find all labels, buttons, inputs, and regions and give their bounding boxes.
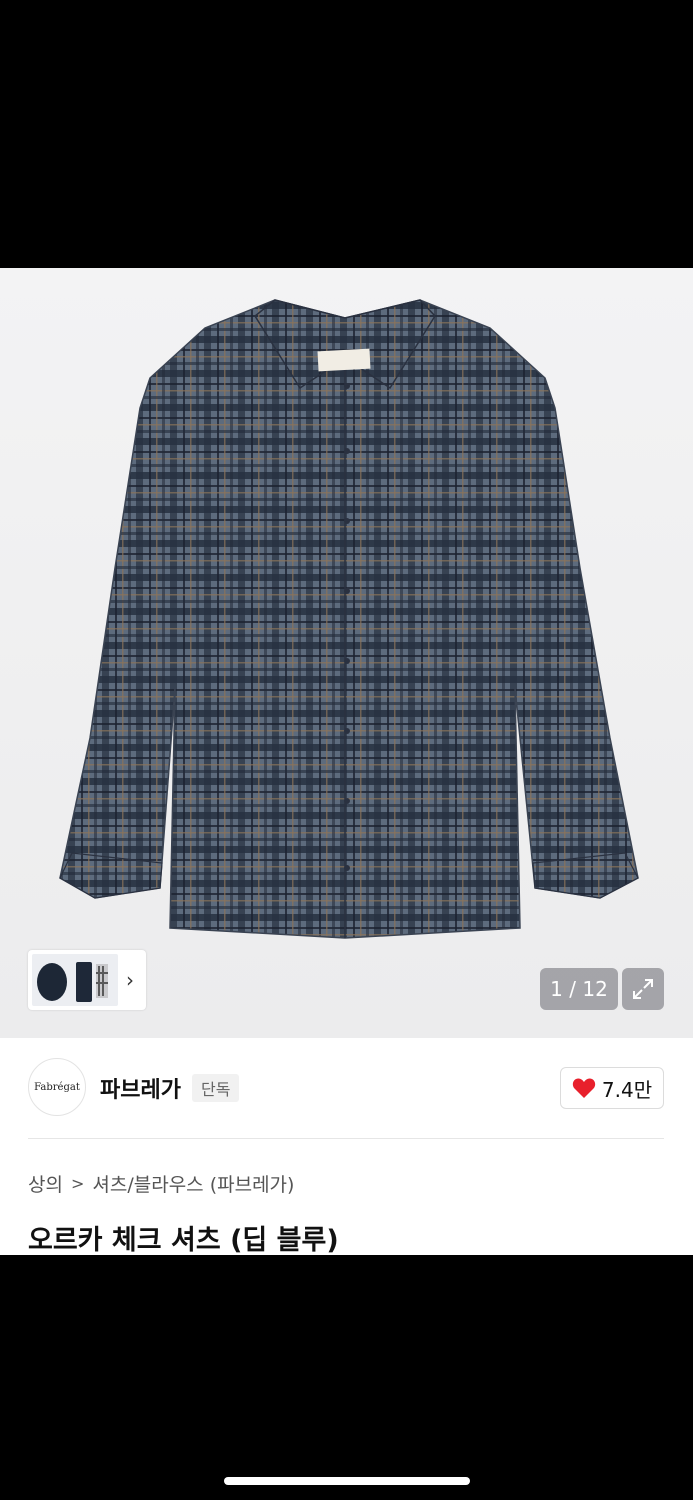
thumbnail-next-icon[interactable]: › <box>126 970 134 990</box>
brand-logo[interactable]: Fabrégat <box>28 1058 86 1116</box>
product-image <box>59 299 639 939</box>
heart-icon <box>572 1078 596 1098</box>
expand-icon[interactable] <box>622 968 664 1010</box>
thumbnail-images[interactable] <box>32 954 118 1006</box>
breadcrumb-category[interactable]: 상의 <box>28 1170 63 1197</box>
bottom-black-bar <box>0 1255 693 1500</box>
like-button[interactable]: 7.4만 <box>560 1067 664 1109</box>
image-counter: 1 / 12 <box>540 968 618 1010</box>
product-info-section: Fabrégat 파브레가 단독 7.4만 상의 > 셔츠/블라우스 (파브레가… <box>0 1038 693 1256</box>
exclusive-badge: 단독 <box>192 1074 240 1102</box>
home-indicator[interactable] <box>224 1477 470 1485</box>
brand-name[interactable]: 파브레가 <box>100 1072 181 1104</box>
divider <box>28 1138 664 1139</box>
product-image-gallery[interactable]: › 1 / 12 <box>0 268 693 1038</box>
breadcrumb-subcategory[interactable]: 셔츠/블라우스 (파브레가) <box>92 1170 294 1197</box>
top-black-bar <box>0 0 693 268</box>
product-title: 오르카 체크 셔츠 (딥 블루) <box>28 1225 339 1256</box>
chevron-right-icon: > <box>70 1174 85 1193</box>
breadcrumb: 상의 > 셔츠/블라우스 (파브레가) <box>28 1170 294 1197</box>
like-count: 7.4만 <box>601 1077 653 1102</box>
thumbnail-strip[interactable]: › <box>28 950 146 1010</box>
